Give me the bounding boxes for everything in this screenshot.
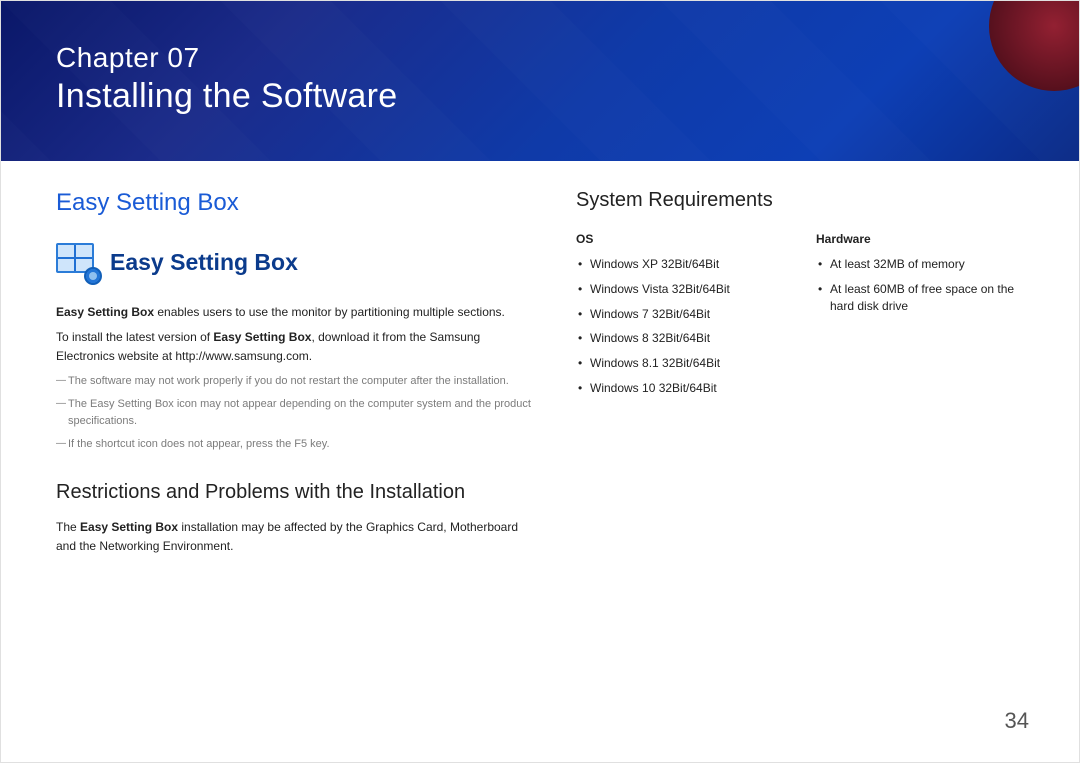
list-item: At least 60MB of free space on the hard … (816, 281, 1024, 315)
table-header-hardware: Hardware (816, 232, 1024, 246)
chapter-banner: Chapter 07 Installing the Software (1, 1, 1079, 161)
content-area: Easy Setting Box Easy Setting Box Easy S… (1, 161, 1079, 562)
table-header-os: OS (576, 232, 776, 246)
easy-setting-box-icon (56, 243, 98, 281)
product-logo-text: Easy Setting Box (110, 249, 298, 276)
os-column: OS Windows XP 32Bit/64Bit Windows Vista … (576, 232, 776, 405)
section-heading-system-requirements: System Requirements (576, 189, 1024, 212)
list-item: Windows 7 32Bit/64Bit (576, 306, 776, 323)
os-list: Windows XP 32Bit/64Bit Windows Vista 32B… (576, 256, 776, 397)
restrictions-paragraph: The Easy Setting Box installation may be… (56, 518, 536, 556)
list-item: Windows Vista 32Bit/64Bit (576, 281, 776, 298)
section-heading-easy-setting-box: Easy Setting Box (56, 189, 536, 217)
note-item: If the shortcut icon does not appear, pr… (56, 436, 536, 453)
chapter-title: Installing the Software (56, 75, 1024, 118)
list-item: Windows XP 32Bit/64Bit (576, 256, 776, 273)
bold-text: Easy Setting Box (80, 520, 178, 534)
document-page: Chapter 07 Installing the Software Easy … (0, 0, 1080, 763)
list-item: At least 32MB of memory (816, 256, 1024, 273)
chapter-number: Chapter 07 (56, 41, 1024, 75)
requirements-table: OS Windows XP 32Bit/64Bit Windows Vista … (576, 232, 1024, 405)
right-column: System Requirements OS Windows XP 32Bit/… (576, 189, 1024, 562)
hardware-column: Hardware At least 32MB of memory At leas… (816, 232, 1024, 405)
bold-text: Easy Setting Box (90, 398, 174, 410)
section-heading-restrictions: Restrictions and Problems with the Insta… (56, 481, 536, 504)
text: To install the latest version of (56, 330, 213, 344)
hardware-list: At least 32MB of memory At least 60MB of… (816, 256, 1024, 314)
intro-paragraph-2: To install the latest version of Easy Se… (56, 328, 536, 366)
note-item: The software may not work properly if yo… (56, 373, 536, 390)
product-logo-row: Easy Setting Box (56, 243, 536, 281)
left-column: Easy Setting Box Easy Setting Box Easy S… (56, 189, 536, 562)
intro-paragraph-1: Easy Setting Box enables users to use th… (56, 303, 536, 322)
text: The (56, 520, 80, 534)
list-item: Windows 10 32Bit/64Bit (576, 380, 776, 397)
note-item: The Easy Setting Box icon may not appear… (56, 396, 536, 430)
page-number: 34 (1005, 708, 1029, 734)
bold-text: Easy Setting Box (213, 330, 311, 344)
bold-text: Easy Setting Box (56, 305, 154, 319)
list-item: Windows 8.1 32Bit/64Bit (576, 355, 776, 372)
text: enables users to use the monitor by part… (154, 305, 505, 319)
text: The (68, 398, 90, 410)
gear-icon (84, 267, 102, 285)
list-item: Windows 8 32Bit/64Bit (576, 330, 776, 347)
